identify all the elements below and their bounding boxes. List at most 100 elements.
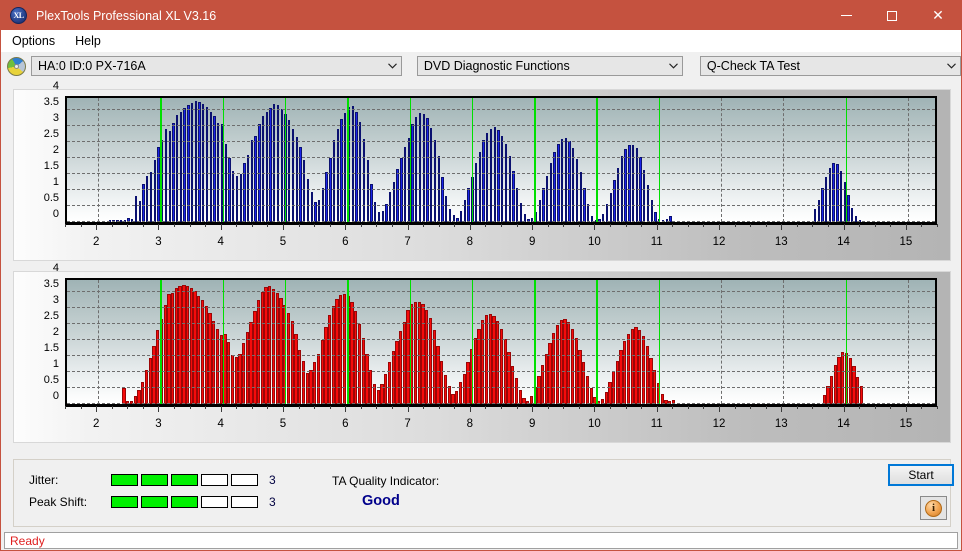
bar [235,175,239,222]
y-axis-labels-top: 0 0.5 1 1.5 2 2.5 3 3.5 4 [14,81,63,230]
x-axis-tick-label: 13 [774,418,788,430]
x-axis-tick [314,406,316,409]
x-axis-tick [127,406,129,409]
y-axis-tick-label: 1.5 [43,160,59,172]
x-axis-tick [656,406,658,412]
bar-series-top [67,98,935,222]
x-axis-tick-label: 14 [837,236,850,248]
minimize-icon [840,15,852,16]
gridline-horizontal [67,355,935,356]
start-button[interactable]: Start [888,464,954,486]
maximize-icon [887,10,897,21]
meter-segment [111,496,138,508]
x-axis-tick-label: 2 [92,236,100,248]
bar [396,169,399,222]
x-axis-tick [220,224,222,230]
track-marker-line [845,98,847,222]
x-axis-tick-label: 11 [650,236,663,248]
drive-select[interactable]: HA:0 ID:0 PX-716A [31,56,402,76]
x-axis-tick [843,406,845,412]
meter-segment [111,474,138,486]
xl-logo-icon: XL [10,7,27,24]
bar [213,116,216,222]
x-axis-tick [205,406,207,409]
bar [415,117,418,222]
bar [482,140,485,222]
x-axis-tick [563,224,565,227]
x-axis-tick [485,224,487,227]
bar [198,102,201,222]
menu-item-help[interactable]: Help [66,32,110,51]
x-axis-tick [796,406,798,409]
x-axis-tick-label: 6 [342,236,349,248]
bar [426,118,429,222]
x-axis-tick [345,224,347,230]
x-axis-bottom: 2 3 4 5 6 7 8 9 10 11 12 13 14 15 [65,406,938,442]
x-axis-tick [111,224,113,227]
bar [572,148,575,222]
bar [519,203,523,222]
bar-series-bottom [67,280,935,404]
x-axis-tick [921,406,923,409]
bar [549,162,553,222]
peak-shift-meter-row: Peak Shift: 3 [29,495,276,509]
bar [336,129,339,222]
x-axis-tick-label: 14 [837,418,850,430]
x-axis-tick [189,406,191,409]
x-axis-tick [781,224,783,230]
x-axis-tick-label: 15 [899,418,913,430]
x-axis-top: 2 3 4 5 6 7 8 9 10 11 12 13 14 15 [65,224,938,260]
bar [828,167,832,222]
gridline-vertical [721,280,722,404]
menu-bar: Options Help [1,30,961,52]
bar [362,138,366,222]
x-axis-tick [547,224,549,227]
maximize-button[interactable] [869,1,915,30]
track-marker-line [658,280,661,404]
close-button[interactable]: ✕ [915,1,961,30]
minimize-button[interactable] [823,1,869,30]
track-marker-line [534,98,536,222]
bar [232,170,235,222]
ta-quality-label: TA Quality Indicator: [332,474,440,488]
x-axis-tick [251,224,253,227]
bar [635,148,638,222]
test-select[interactable]: Q-Check TA Test [699,56,961,76]
x-axis-tick [267,406,269,409]
function-select-value: DVD Diagnostic Functions [423,59,570,73]
x-axis-tick [610,224,611,227]
bar [310,191,313,222]
track-marker-line [534,280,536,404]
bar [254,135,257,222]
bar [445,196,448,222]
bar [463,199,467,222]
track-marker-line [596,98,598,222]
menu-item-options[interactable]: Options [3,32,64,51]
x-axis-tick [360,406,362,409]
gridline-horizontal [67,125,935,126]
status-text: Ready [10,533,45,548]
x-axis-tick [563,406,565,409]
bar [501,135,504,222]
track-marker-line [160,98,162,222]
window-title: PlexTools Professional XL V3.16 [36,8,217,23]
bar [261,116,265,222]
y-axis-tick-label: 1 [52,358,59,370]
bar [489,128,493,222]
x-axis-tick [781,406,783,412]
x-axis-tick [859,406,861,409]
x-axis-tick [750,224,752,227]
info-button[interactable]: i [920,496,947,520]
jitter-value: 3 [269,473,276,487]
x-axis-tick [469,224,471,230]
bar [149,172,153,222]
bar [239,174,242,222]
x-axis-tick [80,224,82,227]
y-axis-tick-label: 3 [52,294,59,306]
x-axis-tick-label: 5 [279,418,287,430]
gridline-vertical [721,98,722,222]
x-axis-tick [392,224,393,227]
ta-quality-value: Good [362,493,400,509]
function-select[interactable]: DVD Diagnostic Functions [416,56,683,76]
x-axis-tick [796,224,798,227]
